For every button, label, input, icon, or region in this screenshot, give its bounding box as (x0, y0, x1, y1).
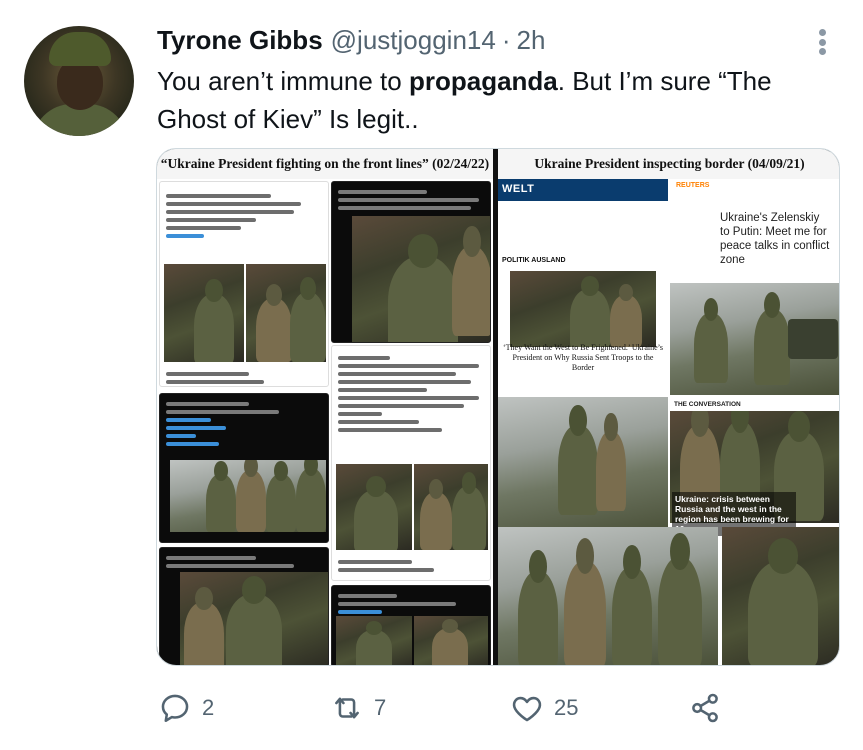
like-count: 25 (554, 695, 579, 720)
card-text-lines (338, 186, 486, 214)
soldier-figure (194, 278, 234, 362)
reuters-headline: Ukraine's Zelenskiy to Putin: Meet me fo… (720, 212, 830, 266)
conversation-logo: THE CONVERSATION (670, 399, 839, 411)
soldier-figure (290, 276, 326, 362)
soldier-photo (336, 616, 412, 665)
soldiers-group-photo (170, 460, 326, 532)
soldiers-group-photo (180, 572, 328, 665)
card-footer-lines (166, 368, 316, 386)
soldier-figure (452, 226, 490, 336)
embedded-tweet-card (331, 345, 491, 581)
soldier-figure (754, 292, 790, 385)
soldier-figure (694, 297, 728, 383)
soldier-figure (184, 586, 224, 665)
reuters-logo: REUTERS (670, 179, 839, 193)
heart-icon (512, 696, 542, 722)
soldier-figure (564, 537, 606, 665)
author-handle[interactable]: @justjoggin14 (331, 25, 496, 56)
soldier-figure (256, 283, 292, 362)
retweet-count: 7 (374, 695, 387, 720)
soldier-figure (558, 405, 598, 515)
welt-article: POLITIK AUSLAND (498, 201, 668, 359)
zelensky-portrait-photo (352, 216, 490, 342)
trench-photo (498, 397, 668, 533)
card-text-lines (166, 190, 316, 242)
soldier-figure (432, 618, 468, 665)
embedded-tweet-card (331, 585, 491, 665)
avatar-cap-shape (49, 32, 111, 66)
share-icon (692, 693, 718, 723)
more-dot (818, 29, 826, 36)
card-text-lines (338, 590, 486, 618)
tweet-timestamp[interactable]: 2h (517, 25, 546, 56)
soldier-figure (236, 460, 266, 532)
welt-section-label: POLITIK AUSLAND (502, 257, 566, 264)
welt-header-bar: WELT (498, 179, 668, 201)
reply-count: 2 (202, 695, 215, 720)
reuters-side-lines (676, 203, 716, 239)
tweet-text: You aren’t immune to propaganda. But I’m… (157, 62, 847, 138)
share-button[interactable] (688, 688, 722, 728)
soldier-figure (206, 461, 236, 532)
card-text-lines (166, 398, 316, 450)
left-collage-caption: “Ukraine President fighting on the front… (157, 149, 493, 179)
tweet: Tyrone Gibbs @justjoggin14 · 2h You aren… (0, 0, 863, 750)
embedded-tweet-card (331, 181, 491, 343)
embedded-tweet-card (159, 547, 329, 665)
soldier-figure (226, 576, 282, 665)
card-footer-lines (338, 556, 486, 576)
avatar[interactable] (24, 26, 134, 136)
border-inspection-photo (498, 527, 718, 665)
retweet-button[interactable]: 7 (330, 688, 386, 728)
soldier-figure (354, 476, 398, 550)
welt-photo (510, 271, 656, 347)
tweet-text-before: You aren’t immune to (157, 66, 409, 96)
more-icon[interactable] (812, 26, 832, 58)
tweet-text-bold: propaganda (408, 66, 558, 96)
zelensky-closeup-photo (722, 527, 839, 665)
soldier-figure (452, 471, 486, 550)
welt-logo: WELT (502, 183, 535, 195)
media-image[interactable]: “Ukraine President fighting on the front… (156, 148, 840, 666)
right-collage-caption: Ukraine President inspecting border (04/… (498, 149, 839, 179)
reply-icon (161, 694, 189, 723)
soldier-figure (610, 283, 642, 347)
soldier-photo (164, 264, 244, 362)
tweet-actions: 2 7 25 (0, 688, 863, 728)
right-collage: Ukraine President inspecting border (04/… (498, 149, 839, 665)
card-text-lines (166, 552, 316, 572)
soldier-figure (518, 549, 558, 665)
card-text-lines (338, 352, 486, 436)
soldier-figure (570, 275, 610, 347)
more-dot (818, 48, 826, 55)
header-separator: · (501, 24, 511, 55)
soldier-photo (414, 464, 488, 550)
vehicle-shape (788, 319, 838, 359)
tweet-header: Tyrone Gibbs @justjoggin14 · 2h (157, 24, 545, 56)
soldier-figure (356, 621, 392, 665)
welt-headline: ‘They Want the West to Be Frightened.’ U… (502, 343, 663, 372)
soldier-figure (658, 532, 702, 665)
soldier-photo (414, 616, 488, 665)
soldier-figure (420, 479, 452, 550)
soldier-figure (296, 460, 326, 532)
reply-button[interactable]: 2 (158, 688, 214, 728)
soldier-photo (246, 264, 326, 362)
author-name[interactable]: Tyrone Gibbs (157, 25, 323, 56)
soldier-figure (748, 537, 818, 665)
soldier-figure (612, 545, 652, 665)
soldier-figure (266, 461, 296, 532)
more-dot (818, 38, 826, 46)
welt-text-lines (508, 219, 648, 247)
soldier-figure (596, 413, 626, 511)
soldier-photo (336, 464, 412, 550)
embedded-tweet-card (159, 393, 329, 543)
soldier-figure (388, 234, 458, 342)
reuters-photo (670, 283, 839, 395)
like-button[interactable]: 25 (510, 688, 578, 728)
left-collage: “Ukraine President fighting on the front… (157, 149, 493, 665)
embedded-tweet-card (159, 181, 329, 387)
retweet-icon (335, 697, 359, 719)
